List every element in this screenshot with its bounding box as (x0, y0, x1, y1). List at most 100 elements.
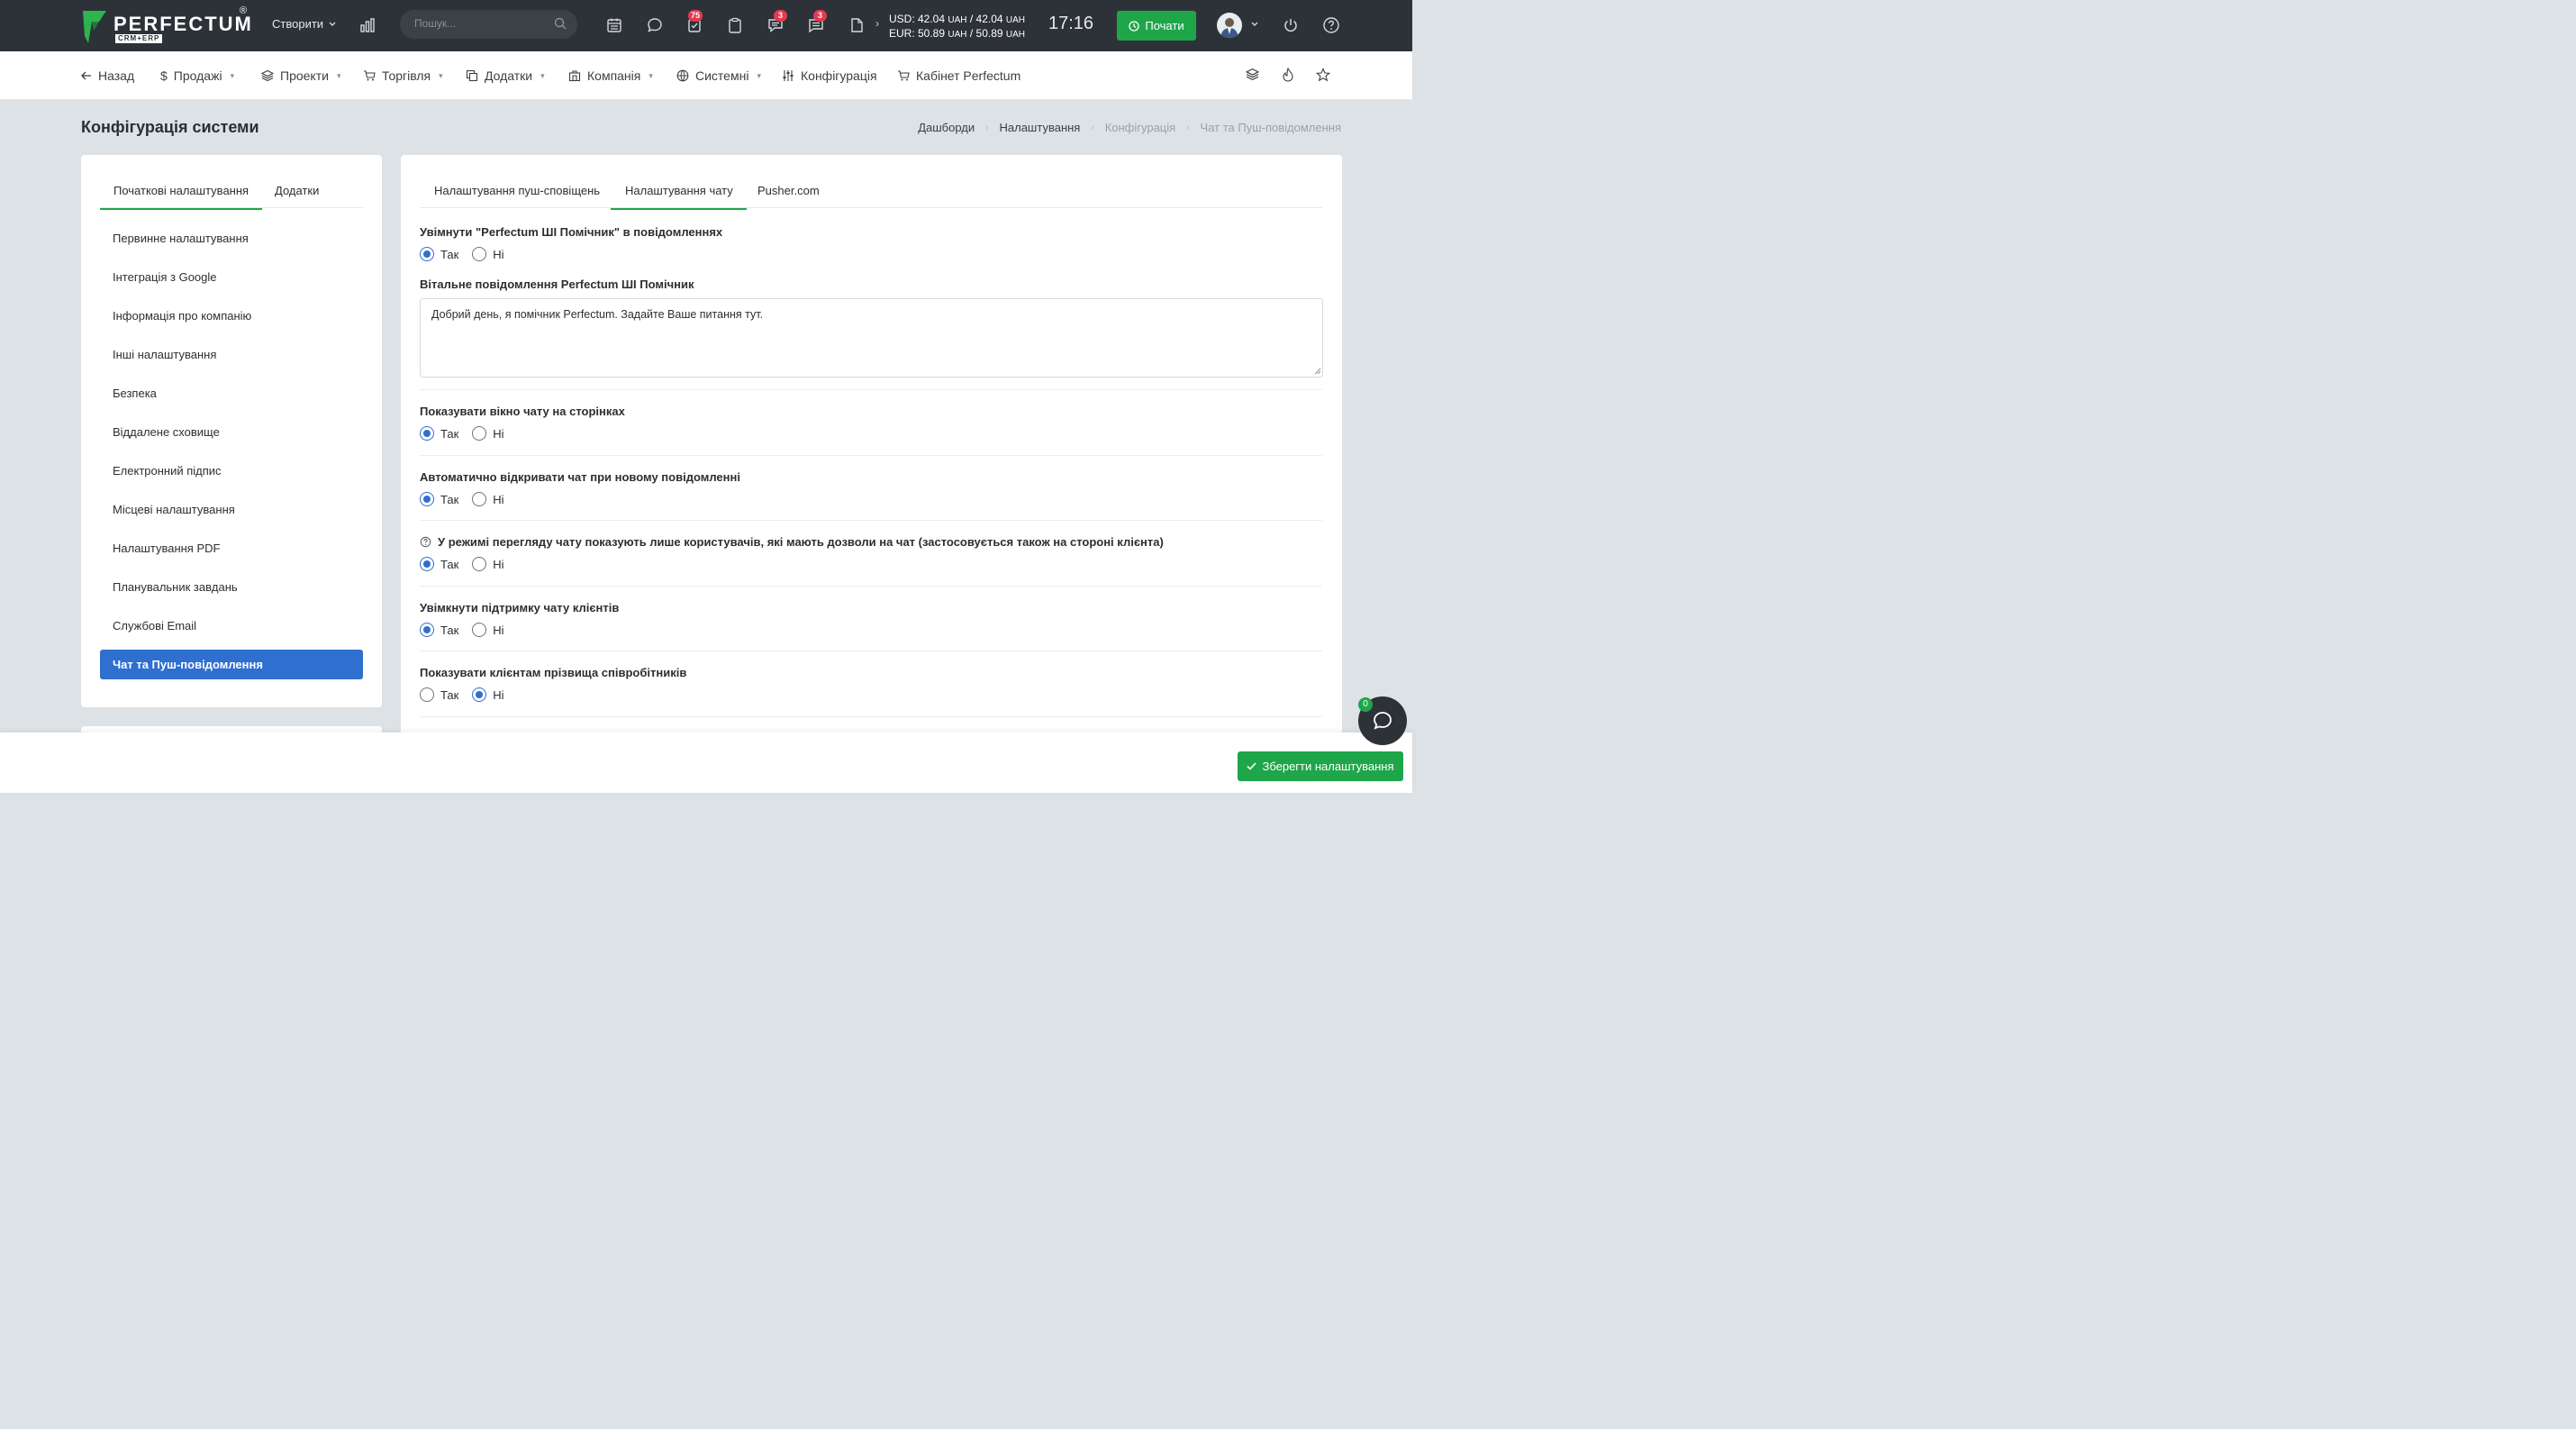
copy-icon (466, 69, 478, 82)
cart-icon (898, 70, 910, 81)
sidebar-item-other-settings[interactable]: Інші налаштування (100, 340, 363, 369)
star-icon[interactable] (1316, 68, 1330, 82)
flame-icon[interactable] (1282, 68, 1294, 82)
only-permitted-yes[interactable]: Так (420, 557, 458, 571)
chevron-right-icon: › (1091, 123, 1094, 132)
radio-unchecked[interactable] (420, 687, 434, 702)
nav-back[interactable]: Назад (81, 68, 134, 83)
auto-open-no[interactable]: Ні (472, 492, 504, 506)
auto-open-yes[interactable]: Так (420, 492, 458, 506)
sidebar-item-task-scheduler[interactable]: Планувальник завдань (100, 572, 363, 602)
radio-label: Так (440, 426, 459, 441)
stats-chart-icon[interactable] (358, 15, 377, 35)
tab-initial-settings[interactable]: Початкові налаштування (100, 184, 263, 210)
avatar[interactable] (1217, 13, 1242, 38)
message-bubble-icon[interactable] (645, 15, 665, 35)
show-surnames-yes[interactable]: Так (420, 687, 458, 702)
client-support-yes[interactable]: Так (420, 623, 458, 637)
sidebar-item-chat-push[interactable]: Чат та Пуш-повідомлення (100, 650, 363, 679)
sidebar-item-pdf-settings[interactable]: Налаштування PDF (100, 533, 363, 563)
usd-unit: UAH (948, 15, 967, 25)
radio-label: Ні (493, 557, 504, 571)
save-settings-button[interactable]: Зберегти налаштування (1238, 751, 1403, 781)
clipboard-icon[interactable] (725, 15, 745, 35)
sidebar-item-locale-settings[interactable]: Місцеві налаштування (100, 495, 363, 524)
nav-company[interactable]: Компанія ▾ (568, 68, 653, 83)
tab-addons[interactable]: Додатки (275, 184, 319, 197)
avatar-chevron-down-icon[interactable] (1251, 22, 1258, 27)
start-timer-button[interactable]: Почати (1117, 11, 1196, 41)
nav-projects[interactable]: Проекти ▾ (261, 68, 340, 83)
radio-checked[interactable] (420, 623, 434, 637)
globe-icon (676, 69, 689, 82)
usd-rate-2: / 42.04 (966, 13, 1003, 25)
sidebar-item-security[interactable]: Безпека (100, 378, 363, 408)
sidebar-item-service-email[interactable]: Службові Email (100, 611, 363, 641)
rates-arrow-icon[interactable]: › (875, 17, 879, 30)
radio-checked[interactable] (420, 426, 434, 441)
show-surnames-no[interactable]: Ні (472, 687, 504, 702)
start-label: Почати (1145, 19, 1184, 32)
radio-checked[interactable] (420, 247, 434, 261)
document-icon[interactable] (847, 15, 866, 35)
nav-system[interactable]: Системні ▾ (676, 68, 761, 83)
sidebar-tabs: Початкові налаштування Додатки (100, 178, 363, 210)
chevron-down-icon (329, 22, 336, 26)
nav-company-label: Компанія (587, 68, 641, 83)
radio-unchecked[interactable] (472, 426, 487, 441)
bottom-action-bar: Зберегти налаштування (0, 733, 1412, 793)
nav-configuration[interactable]: Конфігурація (782, 68, 877, 83)
show-window-yes[interactable]: Так (420, 426, 458, 441)
layers-icon[interactable] (1246, 68, 1259, 81)
radio-checked[interactable] (420, 492, 434, 506)
nav-sales[interactable]: $ Продажі ▾ (160, 68, 234, 83)
ai-enable-radio-group: Так Ні (420, 247, 518, 261)
welcome-message-label: Вітальне повідомлення Perfectum ШІ Поміч… (420, 278, 694, 291)
radio-checked[interactable] (472, 687, 487, 702)
help-icon[interactable] (420, 536, 431, 548)
chevron-down-icon: ▾ (336, 70, 341, 80)
show-window-label: Показувати вікно чату на сторінках (420, 405, 625, 418)
divider (420, 389, 1322, 390)
client-support-no[interactable]: Ні (472, 623, 504, 637)
show-window-no[interactable]: Ні (472, 426, 504, 441)
search-input[interactable] (414, 17, 549, 30)
sidebar-item-company-info[interactable]: Інформація про компанію (100, 301, 363, 331)
ai-enable-no[interactable]: Ні (472, 247, 504, 261)
radio-label: Так (440, 247, 459, 261)
tab-chat-settings[interactable]: Налаштування чату (611, 184, 747, 210)
help-icon[interactable] (1321, 15, 1341, 35)
sidebar-item-primary-setup[interactable]: Первинне налаштування (100, 223, 363, 253)
brand-logo[interactable]: PERFECTUM ® CRM+ERP (81, 5, 252, 45)
breadcrumb-dashboards[interactable]: Дашборди (918, 121, 975, 134)
breadcrumb: Дашборди › Налаштування › Конфігурація ›… (918, 121, 1341, 134)
breadcrumb-current: Чат та Пуш-повідомлення (1200, 121, 1341, 134)
tab-push-settings[interactable]: Налаштування пуш-сповіщень (434, 184, 600, 197)
sidebar-item-google-integration[interactable]: Інтеграція з Google (100, 262, 363, 292)
nav-projects-label: Проекти (280, 68, 329, 83)
calendar-icon[interactable] (604, 15, 624, 35)
eur-rate-2: / 50.89 (966, 27, 1003, 40)
breadcrumb-configuration[interactable]: Конфігурація (1105, 121, 1176, 134)
radio-unchecked[interactable] (472, 557, 487, 571)
search-box[interactable] (400, 10, 577, 39)
search-icon[interactable] (554, 17, 567, 30)
tab-pusher[interactable]: Pusher.com (757, 184, 820, 197)
welcome-message-textarea[interactable]: Добрий день, я помічник Perfectum. Задай… (420, 298, 1323, 378)
nav-perfectum-cabinet[interactable]: Кабінет Perfectum (897, 68, 1020, 83)
radio-unchecked[interactable] (472, 623, 487, 637)
resize-grip-icon[interactable] (1314, 368, 1321, 375)
only-permitted-no[interactable]: Ні (472, 557, 504, 571)
clock: 17:16 (1048, 14, 1094, 33)
nav-addons[interactable]: Додатки ▾ (466, 68, 545, 83)
radio-unchecked[interactable] (472, 492, 487, 506)
sidebar-item-remote-storage[interactable]: Віддалене сховище (100, 417, 363, 447)
breadcrumb-settings[interactable]: Налаштування (999, 121, 1080, 134)
ai-enable-yes[interactable]: Так (420, 247, 458, 261)
radio-checked[interactable] (420, 557, 434, 571)
radio-unchecked[interactable] (472, 247, 487, 261)
sidebar-item-e-signature[interactable]: Електронний підпис (100, 456, 363, 486)
create-menu-button[interactable]: Створити (272, 17, 336, 31)
nav-trade[interactable]: Торгівля ▾ (363, 68, 443, 83)
power-icon[interactable] (1281, 15, 1301, 35)
